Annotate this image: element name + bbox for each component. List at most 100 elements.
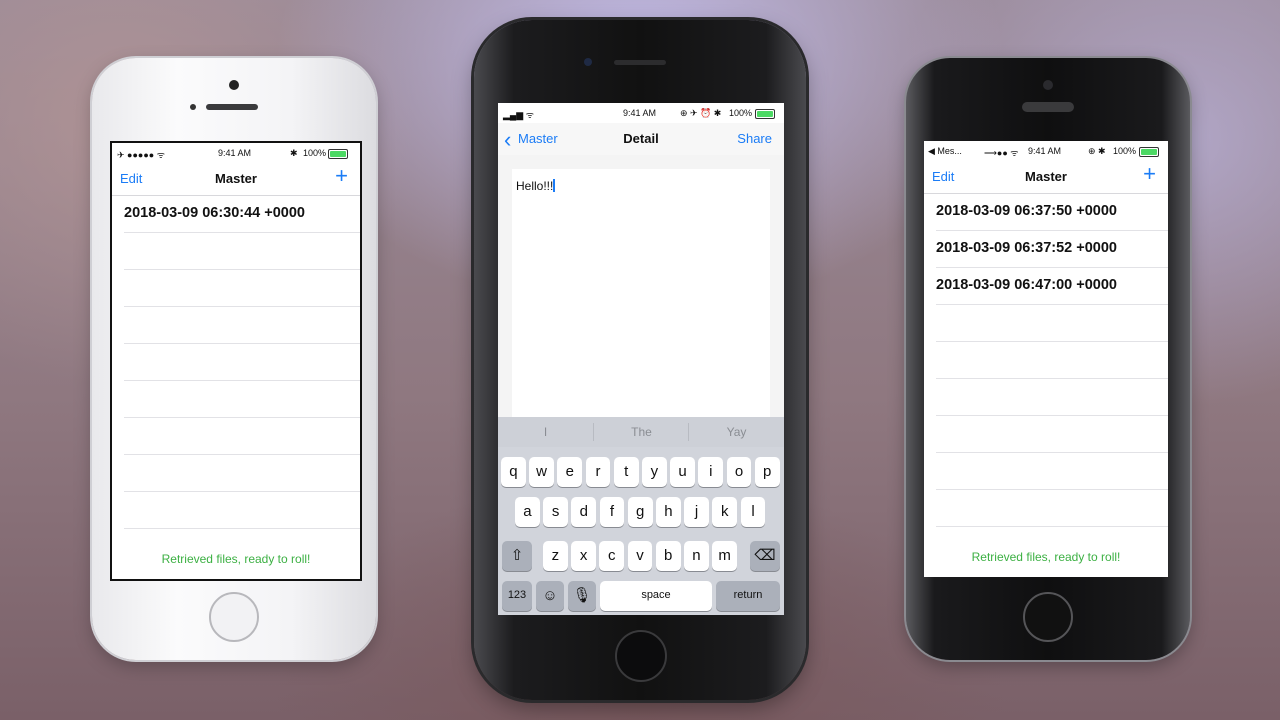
navigation-bar: Edit Master +: [924, 161, 1168, 194]
add-button[interactable]: +: [335, 165, 348, 187]
key-h[interactable]: h: [656, 497, 681, 527]
key-u[interactable]: u: [670, 457, 695, 487]
numbers-key[interactable]: 123: [502, 581, 532, 611]
key-y[interactable]: y: [642, 457, 667, 487]
battery-icon: [755, 109, 775, 119]
front-camera: [584, 58, 592, 66]
key-b[interactable]: b: [655, 541, 681, 571]
suggestion-item[interactable]: I: [498, 425, 593, 439]
key-g[interactable]: g: [627, 497, 653, 527]
status-bar: ◀ Mes... ⟶●● ᯤ 9:41 AM ⊕ ✱ 100%: [924, 141, 1168, 161]
empty-row: [124, 380, 360, 418]
suggestion-bar: I The Yay: [498, 417, 784, 447]
signal-wifi: ▂▄▆ ᯤ: [503, 110, 534, 120]
status-icons: ⊕ ✈ ⏰ ✱: [680, 108, 722, 118]
keyboard-row: asdfghjkl: [498, 497, 784, 527]
key-i[interactable]: i: [698, 457, 724, 487]
text-view[interactable]: Hello!!!: [512, 169, 770, 417]
home-button[interactable]: [1023, 592, 1073, 642]
status-message: Retrieved files, ready to roll!: [971, 550, 1121, 564]
back-to-app[interactable]: ◀ Mes...: [928, 146, 962, 157]
empty-row: [936, 415, 1168, 453]
file-list: 2018-03-09 06:37:50 +0000 2018-03-09 06:…: [924, 193, 1168, 533]
microphone-icon[interactable]: 🎙: [568, 581, 596, 611]
key-v[interactable]: v: [627, 541, 653, 571]
navigation-bar: ‹ Master Detail Share: [498, 123, 784, 155]
empty-row: [124, 306, 360, 344]
home-button[interactable]: [615, 630, 667, 682]
empty-row: [124, 343, 360, 381]
list-item[interactable]: 2018-03-09 06:37:52 +0000: [936, 230, 1168, 268]
key-a[interactable]: a: [515, 497, 540, 527]
battery-percent: 100%: [729, 108, 753, 118]
empty-row: [936, 489, 1168, 527]
detail-background: Hello!!!: [498, 155, 784, 417]
bluetooth-icon: ✱: [290, 148, 298, 158]
key-x[interactable]: x: [571, 541, 596, 571]
keyboard-row: zxcvbnm: [498, 541, 784, 571]
battery-percent: 100%: [303, 148, 327, 158]
battery-percent: 100%: [1113, 146, 1137, 156]
battery-icon: [1139, 147, 1159, 157]
list-item-label: 2018-03-09 06:47:00 +0000: [936, 277, 1117, 293]
suggestion-item[interactable]: The: [594, 425, 689, 439]
key-t[interactable]: t: [613, 457, 639, 487]
text-cursor: [553, 179, 556, 192]
front-camera: [1043, 80, 1053, 90]
status-bar: ▂▄▆ ᯤ 9:41 AM ⊕ ✈ ⏰ ✱ 100%: [498, 103, 784, 123]
empty-row: [936, 452, 1168, 490]
phone-middle: ▂▄▆ ᯤ 9:41 AM ⊕ ✈ ⏰ ✱ 100% ‹ Master Deta…: [474, 20, 806, 700]
key-w[interactable]: w: [529, 457, 554, 487]
key-z[interactable]: z: [543, 541, 568, 571]
list-item-label: 2018-03-09 06:37:52 +0000: [936, 240, 1117, 256]
emoji-icon[interactable]: ☺: [536, 581, 564, 611]
key-r[interactable]: r: [585, 457, 611, 487]
key-c[interactable]: c: [599, 541, 625, 571]
note-text: Hello!!!: [516, 179, 556, 193]
key-o[interactable]: o: [726, 457, 752, 487]
empty-row: [124, 454, 360, 492]
screen-left: ✈ ●●●●● ᯤ 9:41 AM ✱ 100% Edit Master + 2…: [110, 141, 362, 581]
return-key[interactable]: return: [716, 581, 780, 611]
earpiece-speaker: [206, 104, 258, 110]
key-s[interactable]: s: [543, 497, 568, 527]
list-item-label: 2018-03-09 06:30:44 +0000: [124, 205, 305, 221]
carrier-signal: ✈ ●●●●● ᯤ: [117, 150, 165, 160]
list-item[interactable]: 2018-03-09 06:30:44 +0000: [124, 195, 360, 233]
nav-title: Master: [1025, 169, 1067, 184]
nav-title: Master: [215, 171, 257, 186]
status-time: 9:41 AM: [1028, 146, 1062, 156]
empty-row: [124, 269, 360, 307]
key-d[interactable]: d: [571, 497, 597, 527]
share-button[interactable]: Share: [737, 131, 772, 146]
status-bar: ✈ ●●●●● ᯤ 9:41 AM ✱ 100%: [112, 143, 360, 163]
list-item-label: 2018-03-09 06:37:50 +0000: [936, 203, 1117, 219]
key-f[interactable]: f: [599, 497, 625, 527]
key-p[interactable]: p: [754, 457, 780, 487]
front-camera: [229, 80, 239, 90]
earpiece-speaker: [614, 60, 666, 65]
sensor: [190, 104, 196, 110]
home-button[interactable]: [209, 592, 259, 642]
key-m[interactable]: m: [712, 541, 737, 571]
add-button[interactable]: +: [1143, 163, 1156, 185]
key-n[interactable]: n: [684, 541, 709, 571]
key-k[interactable]: k: [712, 497, 738, 527]
key-q[interactable]: q: [501, 457, 526, 487]
empty-row: [936, 304, 1168, 342]
key-j[interactable]: j: [684, 497, 709, 527]
backspace-key[interactable]: ⌫: [750, 541, 780, 571]
phone-left: ✈ ●●●●● ᯤ 9:41 AM ✱ 100% Edit Master + 2…: [92, 58, 376, 660]
status-time: 9:41 AM: [218, 148, 252, 158]
suggestion-item[interactable]: Yay: [689, 425, 784, 439]
space-key[interactable]: space: [600, 581, 712, 611]
status-time: 9:41 AM: [623, 108, 657, 118]
note-text-content: Hello!!!: [516, 179, 554, 193]
keyboard-row: qwertyuiop: [498, 457, 784, 487]
screen-middle: ▂▄▆ ᯤ 9:41 AM ⊕ ✈ ⏰ ✱ 100% ‹ Master Deta…: [498, 103, 784, 615]
list-item[interactable]: 2018-03-09 06:47:00 +0000: [936, 267, 1168, 305]
key-l[interactable]: l: [740, 497, 766, 527]
key-e[interactable]: e: [557, 457, 583, 487]
list-item[interactable]: 2018-03-09 06:37:50 +0000: [936, 193, 1168, 231]
battery-icon: [328, 149, 348, 159]
